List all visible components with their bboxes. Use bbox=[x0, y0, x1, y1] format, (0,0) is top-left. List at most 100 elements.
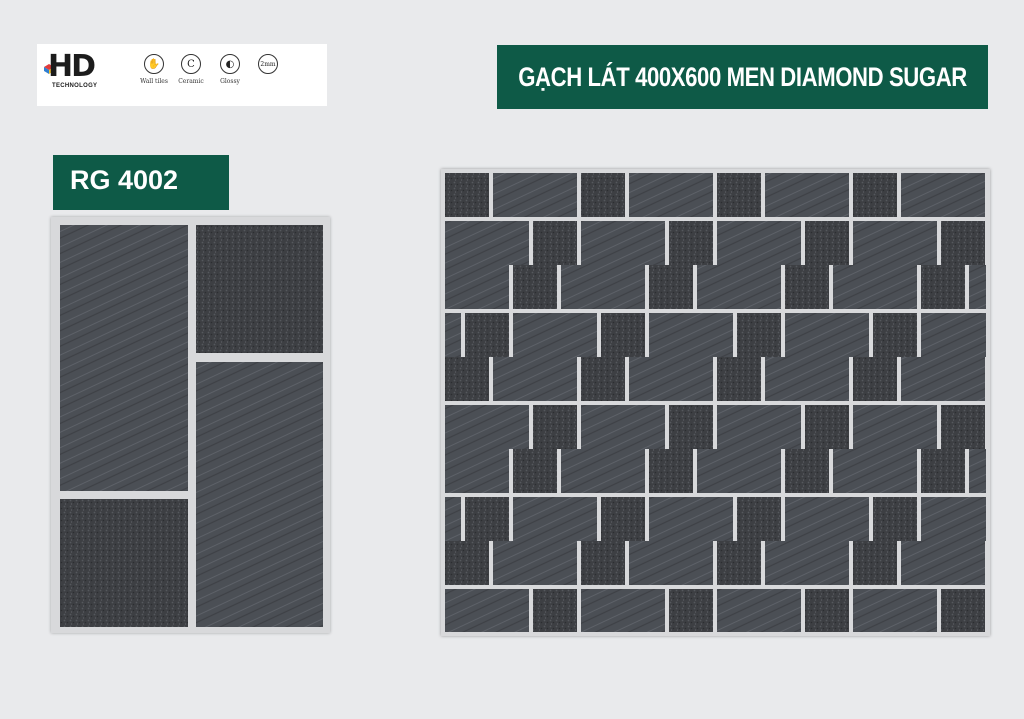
smooth-piece bbox=[493, 541, 577, 585]
rough-piece bbox=[60, 499, 188, 627]
rough-piece bbox=[445, 173, 489, 217]
rough-piece bbox=[465, 313, 509, 357]
smooth-piece bbox=[629, 173, 713, 217]
smooth-piece bbox=[561, 449, 645, 493]
smooth-piece bbox=[853, 405, 937, 449]
rough-piece bbox=[805, 221, 849, 265]
single-tile-preview bbox=[51, 217, 330, 633]
smooth-piece bbox=[493, 173, 577, 217]
smooth-piece bbox=[60, 225, 188, 491]
smooth-piece bbox=[445, 497, 461, 541]
smooth-piece bbox=[561, 265, 645, 309]
logo-text: HD bbox=[48, 49, 96, 84]
smooth-piece bbox=[581, 405, 665, 449]
rough-piece bbox=[941, 405, 985, 449]
smooth-piece bbox=[581, 221, 665, 265]
smooth-piece bbox=[445, 449, 509, 493]
product-code-badge: RG 4002 bbox=[53, 155, 229, 210]
smooth-piece bbox=[901, 173, 985, 217]
rough-piece bbox=[737, 313, 781, 357]
rough-piece bbox=[581, 541, 625, 585]
smooth-piece bbox=[833, 449, 917, 493]
smooth-piece bbox=[697, 449, 781, 493]
smooth-piece bbox=[765, 357, 849, 401]
rough-piece bbox=[445, 541, 489, 585]
rough-piece bbox=[941, 221, 985, 265]
brand-bar: HD TECHNOLOGY ✋ Wall tiles C Ceramic ◐ G… bbox=[37, 44, 327, 106]
rough-piece bbox=[717, 357, 761, 401]
smooth-piece bbox=[493, 357, 577, 401]
smooth-piece bbox=[785, 313, 869, 357]
smooth-piece bbox=[513, 497, 597, 541]
smooth-piece bbox=[513, 313, 597, 357]
smooth-piece bbox=[765, 173, 849, 217]
smooth-piece bbox=[969, 449, 986, 493]
rough-piece bbox=[533, 405, 577, 449]
smooth-piece bbox=[697, 265, 781, 309]
wall-pattern bbox=[441, 169, 990, 636]
smooth-piece bbox=[629, 357, 713, 401]
rough-piece bbox=[853, 541, 897, 585]
rough-piece bbox=[445, 357, 489, 401]
tile-pattern bbox=[51, 217, 330, 633]
smooth-piece bbox=[901, 357, 985, 401]
smooth-piece bbox=[581, 589, 665, 632]
thickness-icon: 2mm bbox=[258, 54, 278, 74]
product-title: GẠCH LÁT 400X600 MEN DIAMOND SUGAR bbox=[518, 61, 967, 92]
rough-piece bbox=[533, 221, 577, 265]
smooth-piece bbox=[785, 497, 869, 541]
rough-piece bbox=[785, 449, 829, 493]
rough-piece bbox=[601, 497, 645, 541]
hand-icon: ✋ bbox=[144, 54, 164, 74]
smooth-piece bbox=[445, 313, 461, 357]
rough-piece bbox=[921, 449, 965, 493]
smooth-piece bbox=[649, 497, 733, 541]
feature-ceramic: C Ceramic bbox=[174, 54, 208, 85]
rough-piece bbox=[601, 313, 645, 357]
smooth-piece bbox=[717, 405, 801, 449]
rough-piece bbox=[805, 589, 849, 632]
rough-piece bbox=[649, 265, 693, 309]
smooth-piece bbox=[649, 313, 733, 357]
rough-piece bbox=[513, 265, 557, 309]
feature-wall-tiles: ✋ Wall tiles bbox=[137, 54, 171, 85]
rough-piece bbox=[785, 265, 829, 309]
smooth-piece bbox=[629, 541, 713, 585]
rough-piece bbox=[669, 405, 713, 449]
smooth-piece bbox=[445, 265, 509, 309]
smooth-piece bbox=[921, 497, 986, 541]
rough-piece bbox=[873, 497, 917, 541]
rough-piece bbox=[513, 449, 557, 493]
rough-piece bbox=[853, 357, 897, 401]
ceramic-body-icon: C bbox=[181, 54, 201, 74]
wall-pattern-preview bbox=[441, 169, 990, 636]
rough-piece bbox=[669, 221, 713, 265]
rough-piece bbox=[196, 225, 323, 353]
brand-logo: HD TECHNOLOGY bbox=[44, 49, 128, 92]
rough-piece bbox=[921, 265, 965, 309]
smooth-piece bbox=[445, 589, 529, 632]
feature-glossy: ◐ Glossy bbox=[213, 54, 247, 85]
feature-label: Wall tiles bbox=[140, 78, 168, 85]
smooth-piece bbox=[765, 541, 849, 585]
smooth-piece bbox=[853, 589, 937, 632]
smooth-piece bbox=[853, 221, 937, 265]
glossy-icon: ◐ bbox=[220, 54, 240, 74]
feature-thickness: 2mm bbox=[251, 54, 285, 74]
rough-piece bbox=[465, 497, 509, 541]
rough-piece bbox=[805, 405, 849, 449]
rough-piece bbox=[717, 541, 761, 585]
rough-piece bbox=[669, 589, 713, 632]
rough-piece bbox=[717, 173, 761, 217]
feature-label: Ceramic bbox=[178, 78, 204, 85]
rough-piece bbox=[649, 449, 693, 493]
rough-piece bbox=[941, 589, 985, 632]
rough-piece bbox=[533, 589, 577, 632]
rough-piece bbox=[873, 313, 917, 357]
smooth-piece bbox=[833, 265, 917, 309]
rough-piece bbox=[737, 497, 781, 541]
rough-piece bbox=[581, 357, 625, 401]
smooth-piece bbox=[921, 313, 986, 357]
smooth-piece bbox=[901, 541, 985, 585]
rough-piece bbox=[581, 173, 625, 217]
